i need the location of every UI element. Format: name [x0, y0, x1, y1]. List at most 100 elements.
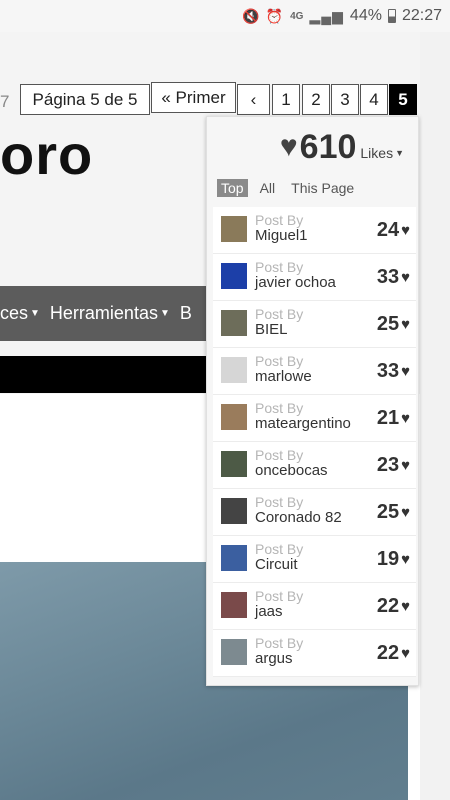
- prev-page-button[interactable]: ‹: [237, 84, 270, 115]
- page-button-3[interactable]: 3: [331, 84, 359, 115]
- poster-info: Post By marlowe: [255, 353, 312, 385]
- main-nav: ces ▼ Herramientas ▼ B: [0, 286, 206, 341]
- site-title[interactable]: oro: [0, 122, 93, 187]
- heart-icon: ♥: [401, 410, 410, 427]
- poster-name[interactable]: Coronado 82: [255, 510, 342, 526]
- caret-down-icon: ▼: [159, 308, 170, 319]
- post-by-label: Post By: [255, 306, 304, 322]
- like-count: 24 ♥: [377, 219, 410, 242]
- likes-list: Post By Miguel1 24 ♥ Post By javier ochoa 33 ♥ P…: [213, 207, 416, 677]
- heart-icon: ♥: [401, 457, 410, 474]
- list-item[interactable]: Post By Miguel1 24 ♥: [213, 207, 416, 254]
- avatar[interactable]: [221, 592, 247, 618]
- poster-info: Post By argus: [255, 635, 303, 667]
- like-count: 22 ♥: [377, 642, 410, 665]
- poster-name[interactable]: Miguel1: [255, 228, 308, 244]
- like-count: 33 ♥: [377, 266, 410, 289]
- like-count-value: 23: [376, 454, 400, 476]
- list-item[interactable]: Post By argus 22 ♥: [213, 630, 416, 677]
- signal-icon: ▂▄▆: [309, 7, 344, 24]
- like-count-value: 22: [376, 642, 400, 664]
- poster-info: Post By jaas: [255, 588, 303, 620]
- like-count-value: 33: [376, 360, 400, 382]
- like-count: 25 ♥: [377, 313, 410, 336]
- likes-label[interactable]: Likes: [360, 145, 393, 161]
- poster-name[interactable]: Circuit: [255, 557, 303, 573]
- poster-name[interactable]: marlowe: [255, 369, 312, 385]
- heart-icon: ♥: [401, 222, 410, 239]
- network-type: 4G: [290, 10, 304, 22]
- web-page: 7 Página 5 de 5 « Primer ‹ 1 2 3 4 5 oro…: [0, 32, 450, 800]
- avatar[interactable]: [221, 263, 247, 289]
- page-button-1[interactable]: 1: [272, 84, 300, 115]
- post-by-label: Post By: [255, 400, 304, 416]
- tab-this-page[interactable]: This Page: [287, 179, 358, 197]
- like-count: 23 ♥: [377, 454, 410, 477]
- poster-name[interactable]: argus: [255, 651, 303, 667]
- poster-name[interactable]: jaas: [255, 604, 303, 620]
- poster-name[interactable]: oncebocas: [255, 463, 328, 479]
- post-by-label: Post By: [255, 494, 304, 510]
- battery-icon: [387, 9, 396, 23]
- nav-item-b[interactable]: B: [180, 303, 192, 324]
- heart-icon: ♥: [401, 598, 410, 615]
- like-count-value: 24: [376, 219, 400, 241]
- poster-info: Post By javier ochoa: [255, 259, 336, 291]
- status-bar: 🔇 ⏰ 4G ▂▄▆ 44% 22:27: [0, 0, 450, 32]
- avatar[interactable]: [221, 639, 247, 665]
- page-button-2[interactable]: 2: [302, 84, 330, 115]
- heart-icon: ♥: [401, 269, 410, 286]
- list-item[interactable]: Post By oncebocas 23 ♥: [213, 442, 416, 489]
- avatar[interactable]: [221, 498, 247, 524]
- like-count: 25 ♥: [377, 501, 410, 524]
- list-item[interactable]: Post By Coronado 82 25 ♥: [213, 489, 416, 536]
- like-count: 22 ♥: [377, 595, 410, 618]
- like-count-value: 25: [376, 501, 400, 523]
- heart-icon: ♥: [401, 316, 410, 333]
- poster-name[interactable]: mateargentino: [255, 416, 351, 432]
- post-by-label: Post By: [255, 212, 304, 228]
- avatar[interactable]: [221, 451, 247, 477]
- heart-icon: ♥: [401, 363, 410, 380]
- caret-down-icon: ▼: [30, 308, 40, 319]
- avatar[interactable]: [221, 545, 247, 571]
- post-by-label: Post By: [255, 259, 304, 275]
- nav-item-herramientas[interactable]: Herramientas ▼: [50, 303, 170, 324]
- post-by-label: Post By: [255, 588, 304, 604]
- list-item[interactable]: Post By Circuit 19 ♥: [213, 536, 416, 583]
- tab-top[interactable]: Top: [217, 179, 248, 197]
- post-by-label: Post By: [255, 541, 304, 557]
- like-count-value: 19: [376, 548, 400, 570]
- like-count-value: 33: [376, 266, 400, 288]
- list-item[interactable]: Post By mateargentino 21 ♥: [213, 395, 416, 442]
- list-item[interactable]: Post By jaas 22 ♥: [213, 583, 416, 630]
- likes-panel: ♥ 610 Likes ▼ Top All This Page Post By M…: [206, 116, 419, 686]
- battery-percent: 44%: [349, 7, 382, 24]
- like-count: 33 ♥: [377, 360, 410, 383]
- heart-icon: ♥: [401, 551, 410, 568]
- list-item[interactable]: Post By BIEL 25 ♥: [213, 301, 416, 348]
- like-count: 19 ♥: [377, 548, 410, 571]
- page-button-4[interactable]: 4: [360, 84, 388, 115]
- list-item[interactable]: Post By marlowe 33 ♥: [213, 348, 416, 395]
- poster-info: Post By Coronado 82: [255, 494, 342, 526]
- poster-info: Post By mateargentino: [255, 400, 351, 432]
- avatar[interactable]: [221, 216, 247, 242]
- first-page-button[interactable]: « Primer: [151, 82, 236, 113]
- avatar[interactable]: [221, 404, 247, 430]
- list-item[interactable]: Post By javier ochoa 33 ♥: [213, 254, 416, 301]
- poster-info: Post By Miguel1: [255, 212, 308, 244]
- page-button-5-current[interactable]: 5: [389, 84, 417, 115]
- nav-item-ces[interactable]: ces ▼: [0, 303, 40, 324]
- poster-info: Post By BIEL: [255, 306, 303, 338]
- like-count-value: 25: [376, 313, 400, 335]
- avatar[interactable]: [221, 357, 247, 383]
- caret-down-icon[interactable]: ▼: [395, 148, 404, 158]
- poster-name[interactable]: BIEL: [255, 322, 303, 338]
- avatar[interactable]: [221, 310, 247, 336]
- tab-all[interactable]: All: [256, 179, 280, 197]
- like-count-value: 21: [376, 407, 400, 429]
- likes-header: ♥ 610 Likes ▼: [207, 117, 418, 177]
- page-info: Página 5 de 5: [20, 84, 150, 115]
- poster-name[interactable]: javier ochoa: [255, 275, 336, 291]
